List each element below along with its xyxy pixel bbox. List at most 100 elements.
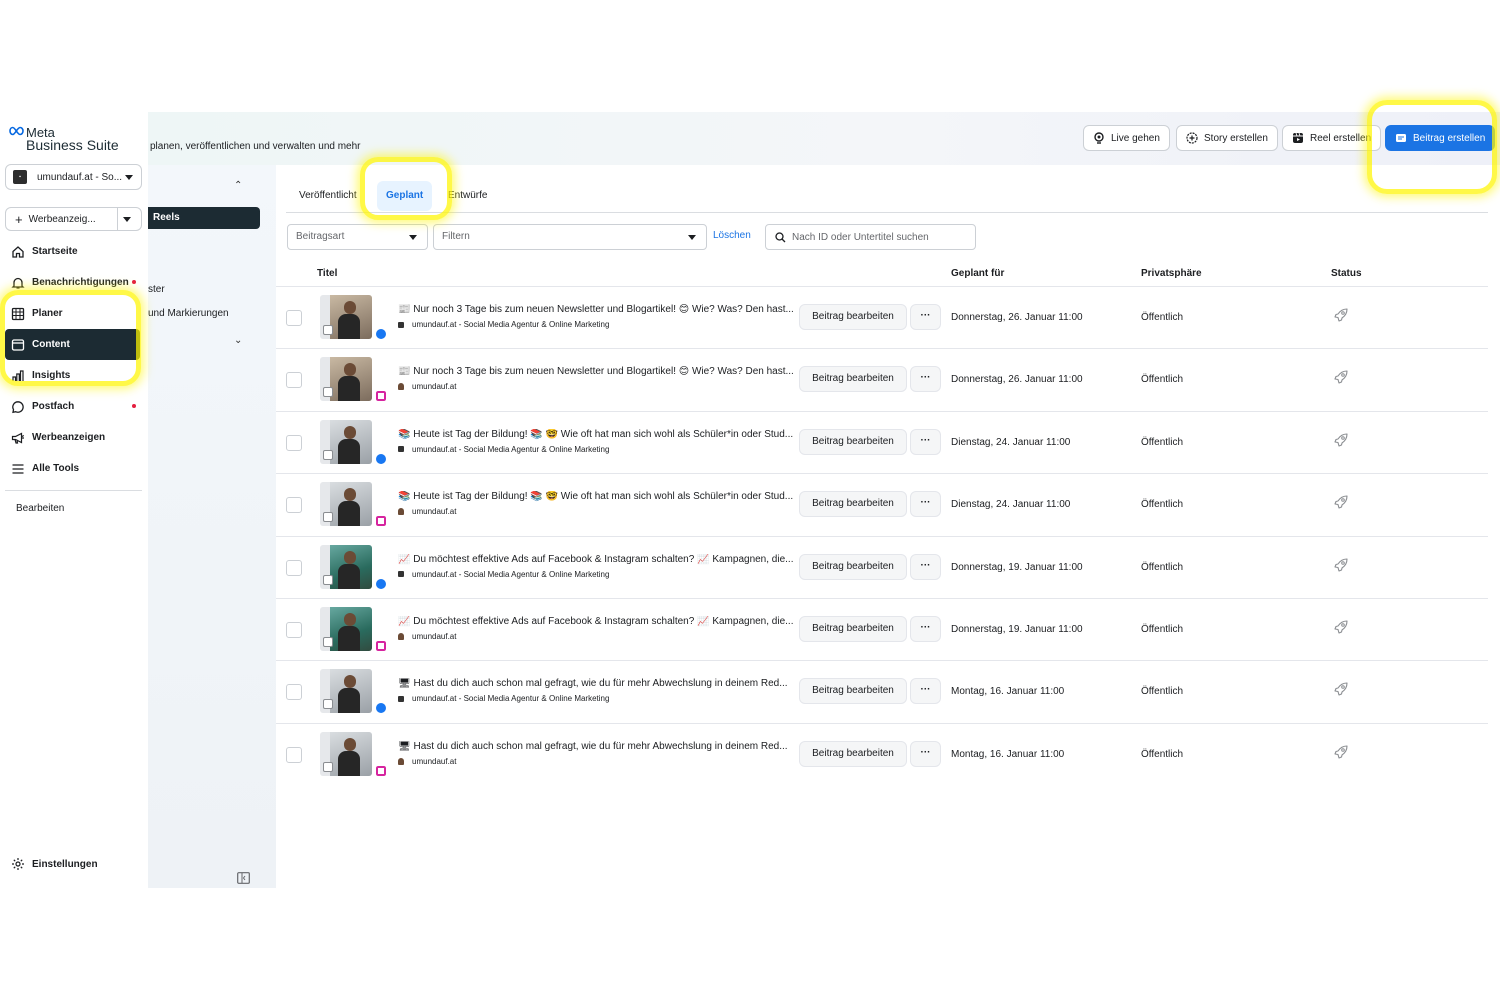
subnav-item-a[interactable]: ster — [148, 284, 165, 295]
sidebar-item-all-tools[interactable]: Alle Tools — [0, 453, 148, 484]
create-post-button[interactable]: Beitrag erstellen — [1385, 125, 1496, 151]
post-thumbnail[interactable] — [320, 295, 372, 339]
profile-avatar-icon — [398, 508, 404, 516]
filter-select[interactable]: Filtern — [433, 224, 707, 250]
more-options-button[interactable]: ··· — [910, 553, 941, 580]
chevron-down-icon[interactable] — [123, 217, 131, 222]
more-options-button[interactable]: ··· — [910, 678, 941, 705]
more-options-button[interactable]: ··· — [910, 491, 941, 518]
post-thumbnail[interactable] — [320, 357, 372, 402]
post-title[interactable]: 📰 Nur noch 3 Tage bis zum neuen Newslett… — [398, 304, 798, 315]
table-row[interactable]: 📚 Heute ist Tag der Bildung! 📚 🤓 Wie oft… — [276, 410, 1488, 473]
tab-planned[interactable]: Geplant — [377, 181, 433, 211]
post-account: umundauf.at — [398, 757, 456, 766]
post-account: umundauf.at - Social Media Agentur & Onl… — [398, 694, 609, 703]
thumbnail-person-body — [338, 563, 360, 589]
row-checkbox[interactable] — [286, 434, 302, 451]
post-thumbnail[interactable] — [320, 544, 372, 589]
subnav-item-reels[interactable]: Reels — [148, 207, 260, 229]
more-options-button[interactable]: ··· — [910, 366, 941, 393]
edit-post-button[interactable]: Beitrag bearbeiten — [799, 366, 907, 393]
table-row[interactable]: 📚 Heute ist Tag der Bildung! 📚 🤓 Wie oft… — [276, 473, 1488, 535]
row-checkbox[interactable] — [286, 746, 302, 763]
edit-post-button[interactable]: Beitrag bearbeiten — [799, 491, 907, 518]
post-title[interactable]: 📚 Heute ist Tag der Bildung! 📚 🤓 Wie oft… — [398, 429, 798, 440]
table-row[interactable]: 🖥 Hast du dich auch schon mal gefragt, w… — [276, 660, 1488, 722]
post-thumbnail[interactable] — [320, 482, 372, 527]
sidebar-item-settings[interactable]: Einstellungen — [11, 857, 98, 871]
edit-post-button[interactable]: Beitrag bearbeiten — [799, 553, 907, 580]
row-checkbox[interactable] — [286, 310, 302, 326]
story-button[interactable]: Story erstellen — [1176, 125, 1278, 151]
thumbnail-person-body — [338, 501, 360, 527]
chevron-up-icon[interactable]: ⌃ — [234, 180, 242, 191]
post-thumbnail[interactable] — [320, 419, 372, 464]
row-checkbox[interactable] — [286, 684, 302, 701]
reel-button-label: Reel erstellen — [1310, 132, 1372, 144]
edit-post-button[interactable]: Beitrag bearbeiten — [799, 740, 907, 767]
chevron-down-icon — [409, 235, 417, 240]
scheduled-rocket-icon — [1334, 745, 1348, 759]
search-input[interactable]: Nach ID oder Untertitel suchen — [765, 224, 976, 250]
thumbnail-person-body — [338, 376, 360, 402]
table-row[interactable]: 🖥 Hast du dich auch schon mal gefragt, w… — [276, 722, 1488, 785]
table-row[interactable]: 📰 Nur noch 3 Tage bis zum neuen Newslett… — [276, 348, 1488, 410]
post-title[interactable]: 📈 Du möchtest effektive Ads auf Facebook… — [398, 554, 798, 565]
tab-published[interactable]: Veröffentlicht — [299, 181, 357, 211]
live-button[interactable]: Live gehen — [1083, 125, 1170, 151]
post-title[interactable]: 📚 Heute ist Tag der Bildung! 📚 🤓 Wie oft… — [398, 491, 798, 502]
post-title[interactable]: 🖥 Hast du dich auch schon mal gefragt, w… — [398, 678, 798, 689]
post-thumbnail[interactable] — [320, 731, 372, 776]
sidebar-item-insights[interactable]: Insights — [0, 360, 148, 391]
edit-post-button[interactable]: Beitrag bearbeiten — [799, 678, 907, 705]
post-account-name: umundauf.at - Social Media Agentur & Onl… — [412, 569, 610, 579]
settings-label: Einstellungen — [32, 858, 98, 870]
post-thumbnail[interactable] — [320, 669, 372, 714]
row-checkbox[interactable] — [286, 497, 302, 514]
post-title[interactable]: 📰 Nur noch 3 Tage bis zum neuen Newslett… — [398, 366, 798, 377]
more-options-button[interactable]: ··· — [910, 304, 941, 330]
story-button-label: Story erstellen — [1204, 132, 1268, 144]
edit-nav-link[interactable]: Bearbeiten — [16, 503, 64, 514]
sidebar-item-notifications[interactable]: Benachrichtigungen — [0, 267, 148, 298]
row-checkbox[interactable] — [286, 559, 302, 576]
post-title[interactable]: 🖥 Hast du dich auch schon mal gefragt, w… — [398, 741, 798, 752]
reel-button[interactable]: Reel erstellen — [1282, 125, 1382, 151]
post-type-select[interactable]: Beitragsart — [287, 224, 428, 250]
scheduled-date: Dienstag, 24. Januar 11:00 — [951, 436, 1071, 448]
media-type-icon — [323, 574, 333, 585]
media-type-icon — [323, 512, 333, 523]
more-options-button[interactable]: ··· — [910, 616, 941, 642]
row-checkbox[interactable] — [286, 372, 302, 389]
sidebar-item-label: Startseite — [32, 246, 78, 257]
sidebar-item-ads[interactable]: Werbeanzeigen — [0, 422, 148, 453]
row-checkbox[interactable] — [286, 622, 302, 638]
sidebar-item-inbox[interactable]: Postfach — [0, 391, 148, 422]
table-row[interactable]: 📰 Nur noch 3 Tage bis zum neuen Newslett… — [276, 286, 1488, 348]
post-thumbnail[interactable] — [320, 607, 372, 651]
facebook-icon — [374, 451, 388, 466]
edit-post-button[interactable]: Beitrag bearbeiten — [799, 304, 907, 330]
chevron-down-icon[interactable]: ⌄ — [234, 335, 242, 346]
home-icon — [12, 245, 24, 258]
table-row[interactable]: 📈 Du möchtest effektive Ads auf Facebook… — [276, 535, 1488, 598]
create-ad-button[interactable]: + Werbeanzeig... — [5, 207, 142, 231]
page-avatar-icon — [398, 446, 404, 453]
tab-drafts[interactable]: Entwürfe — [448, 181, 487, 211]
more-options-button[interactable]: ··· — [910, 740, 941, 767]
sidebar-item-home[interactable]: Startseite — [0, 236, 148, 267]
edit-post-button[interactable]: Beitrag bearbeiten — [799, 616, 907, 642]
subnav-item-mentions[interactable]: und Markierungen — [148, 308, 229, 319]
collapse-panel-icon[interactable] — [237, 872, 250, 884]
table-row[interactable]: 📈 Du möchtest effektive Ads auf Facebook… — [276, 598, 1488, 660]
sidebar-item-planner[interactable]: Planer — [0, 298, 148, 329]
bell-icon — [11, 277, 25, 289]
create-post-label: Beitrag erstellen — [1413, 132, 1486, 144]
sidebar-item-content[interactable]: Content — [5, 329, 140, 360]
post-title[interactable]: 📈 Du möchtest effektive Ads auf Facebook… — [398, 616, 798, 627]
clear-filters-link[interactable]: Löschen — [713, 230, 751, 241]
account-switcher[interactable]: ▪ umundauf.at - So... — [5, 164, 142, 190]
more-options-button[interactable]: ··· — [910, 428, 941, 455]
column-header-status: Status — [1331, 268, 1362, 279]
edit-post-button[interactable]: Beitrag bearbeiten — [799, 428, 907, 455]
